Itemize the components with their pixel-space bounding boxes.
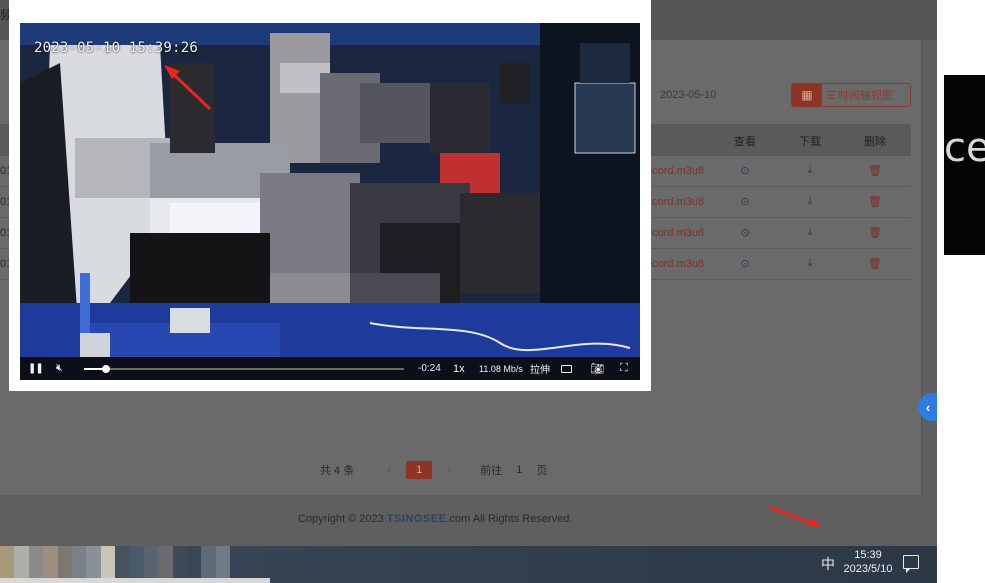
row-file-name[interactable]: ecord.m3u8: [646, 196, 704, 208]
column-header-delete: 删除: [864, 136, 886, 148]
timeline-view-button[interactable]: ▦ ☰ 时间轴视图: [791, 83, 911, 107]
playback-rate-button[interactable]: 1x: [453, 357, 465, 380]
download-icon[interactable]: ⤓: [802, 226, 818, 239]
remaining-time: -0:24: [418, 363, 441, 374]
right-edge-panel: ce: [944, 75, 985, 255]
video-player-modal: 2023-05-10 15:39:26 ❚❚ 🔇︎ -0:24 1x 11.08…: [9, 0, 651, 391]
windows-taskbar: 中 15:39 2023/5/10: [0, 546, 937, 583]
record-icon[interactable]: [561, 357, 574, 380]
download-icon[interactable]: ⤓: [802, 164, 818, 177]
play-icon[interactable]: ⊙: [737, 195, 753, 208]
taskbar-time: 15:39: [854, 549, 882, 561]
taskbar-bottom-line: [0, 578, 270, 583]
pagination: 共 4 条 ‹ 1 › 前往 1 页: [320, 461, 547, 479]
timeline-view-label: 时间轴视图: [837, 90, 893, 102]
play-icon[interactable]: ⊙: [737, 226, 753, 239]
notification-icon[interactable]: [903, 555, 919, 573]
column-header-view: 查看: [734, 136, 756, 148]
selected-date: 2023-05-10: [660, 89, 717, 101]
bitrate-readout: 11.08 Mb/s: [479, 363, 523, 374]
footer-prefix: Copyright © 2023: [298, 513, 387, 525]
trash-icon[interactable]: 🗑: [867, 226, 883, 239]
trash-icon[interactable]: 🗑: [867, 164, 883, 177]
taskbar-date: 2023/5/10: [843, 563, 893, 575]
footer-brand: TSINGSEE: [386, 513, 447, 525]
download-icon[interactable]: ⤓: [802, 195, 818, 208]
progress-knob[interactable]: [102, 365, 111, 373]
pause-icon[interactable]: ❚❚: [28, 357, 44, 380]
pagination-page-unit: 页: [536, 465, 548, 477]
pagination-current-page[interactable]: 1: [406, 461, 433, 479]
list-icon: ☰: [826, 89, 836, 102]
row-file-name[interactable]: ecord.m3u8: [646, 165, 704, 177]
pagination-goto-input[interactable]: 1: [516, 464, 522, 476]
footer-suffix: .com All Rights Reserved.: [446, 513, 573, 525]
video-control-bar: ❚❚ 🔇︎ -0:24 1x 11.08 Mb/s 拉伸 📷︎ ⛶: [20, 357, 640, 380]
fullscreen-icon[interactable]: ⛶: [620, 357, 628, 380]
right-edge-window: ce: [937, 0, 985, 583]
camera-icon[interactable]: 📷︎: [590, 357, 604, 380]
trash-icon[interactable]: 🗑: [867, 257, 883, 270]
pagination-total: 共 4 条: [320, 465, 355, 477]
download-icon[interactable]: ⤓: [802, 257, 818, 270]
row-file-name[interactable]: ecord.m3u8: [646, 227, 704, 239]
calendar-icon: ▦: [792, 84, 822, 106]
row-file-name[interactable]: ecord.m3u8: [646, 258, 704, 270]
video-frame[interactable]: 2023-05-10 15:39:26 ❚❚ 🔇︎ -0:24 1x 11.08…: [20, 23, 640, 380]
trash-icon[interactable]: 🗑: [867, 195, 883, 208]
annotation-arrow: [164, 65, 212, 111]
taskbar-clock[interactable]: 15:39 2023/5/10: [838, 548, 898, 576]
mute-icon[interactable]: 🔇︎: [56, 357, 63, 380]
play-icon[interactable]: ⊙: [737, 164, 753, 177]
pagination-goto-label: 前往: [480, 465, 503, 477]
play-icon[interactable]: ⊙: [737, 257, 753, 270]
annotation-arrow: [768, 505, 821, 527]
chevron-right-icon[interactable]: ›: [442, 464, 456, 476]
stretch-mode-button[interactable]: 拉伸: [530, 357, 550, 380]
progress-track: [84, 368, 404, 370]
chevron-left-icon[interactable]: ‹: [382, 464, 396, 476]
ime-indicator[interactable]: 中: [821, 554, 835, 574]
progress-slider[interactable]: [84, 357, 404, 380]
column-header-download: 下载: [799, 136, 821, 148]
right-edge-glyph: ce: [944, 125, 985, 171]
